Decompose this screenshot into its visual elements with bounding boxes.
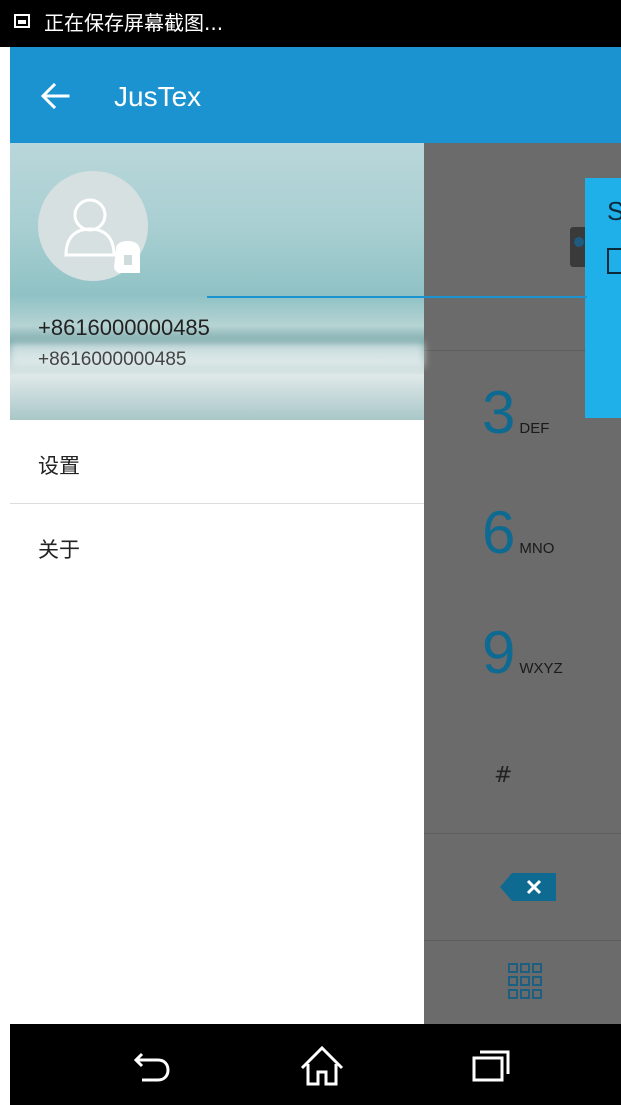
back-icon[interactable]	[128, 1044, 176, 1088]
dial-key-9[interactable]: 9 WXYZ	[482, 623, 563, 683]
checkbox-icon[interactable]	[607, 248, 621, 274]
popup-text: S	[607, 196, 621, 226]
app-bar: JusTex	[10, 47, 621, 143]
divider	[424, 833, 621, 834]
avatar[interactable]	[38, 171, 148, 281]
menu-item-about[interactable]: 关于	[10, 504, 424, 587]
backspace-icon[interactable]	[500, 873, 556, 901]
dialpad-icon[interactable]	[508, 963, 542, 1001]
connector-line	[207, 296, 587, 298]
dial-key-letters: DEF	[519, 420, 550, 437]
dial-key-6[interactable]: 6 MNO	[482, 503, 554, 563]
home-icon[interactable]	[298, 1044, 346, 1088]
dial-key-digit: 6	[482, 499, 516, 566]
menu-item-label: 设置	[38, 454, 80, 478]
user-number: +8616000000485	[38, 349, 187, 370]
image-icon	[14, 14, 30, 28]
system-nav-bar	[10, 1024, 621, 1105]
recents-icon[interactable]	[466, 1044, 514, 1088]
dial-key-digit: 3	[482, 379, 516, 446]
popup-card[interactable]: S	[585, 178, 621, 418]
menu-item-label: 关于	[38, 538, 80, 562]
arrow-left-icon[interactable]	[38, 79, 72, 113]
drawer-header: +8616000000485 +8616000000485	[10, 143, 424, 420]
dial-key-letters: MNO	[519, 540, 555, 557]
divider	[424, 940, 621, 941]
dial-key-3[interactable]: 3 DEF	[482, 383, 549, 443]
person-icon	[64, 198, 140, 273]
status-bar: 正在保存屏幕截图...	[0, 0, 621, 47]
menu-item-settings[interactable]: 设置	[10, 420, 424, 503]
dial-key-digit: 9	[482, 619, 516, 686]
app-title: JusTex	[114, 81, 202, 112]
dial-key-hash[interactable]: #	[494, 763, 512, 788]
navigation-drawer: +8616000000485 +8616000000485 设置 关于	[10, 143, 424, 1024]
user-name: +8616000000485	[38, 315, 210, 340]
status-notification-text: 正在保存屏幕截图...	[44, 11, 224, 35]
dial-key-letters: WXYZ	[519, 660, 563, 677]
